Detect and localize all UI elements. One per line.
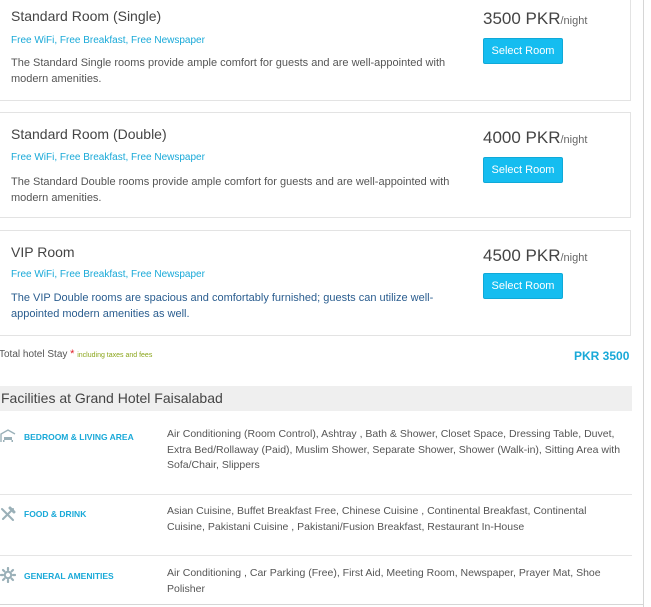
room-name: Standard Room (Double) [11, 126, 167, 142]
select-room-button[interactable]: Select Room [483, 38, 563, 64]
tax-note: including taxes and fees [77, 352, 153, 359]
price-amount: 3500 PKR [483, 9, 561, 28]
room-price: 4000 PKR/night [483, 128, 587, 148]
page-bottom-border [0, 604, 644, 605]
facility-category: BEDROOM & LIVING AREA [24, 432, 134, 442]
required-star: * [70, 348, 75, 360]
page-right-border [643, 0, 644, 607]
facility-row-food-drink: FOOD & DRINK Asian Cuisine, Buffet Break… [0, 495, 632, 555]
facility-list: Air Conditioning (Room Control), Ashtray… [167, 428, 621, 471]
price-per-night: /night [560, 15, 588, 27]
room-name: Standard Room (Single) [11, 8, 162, 24]
fork-knife-icon [1, 506, 16, 521]
room-card-standard-double: Standard Room (Double) Free WiFi, Free B… [0, 112, 631, 218]
room-name: VIP Room [11, 244, 75, 260]
facility-list: Air Conditioning , Car Parking (Free), F… [167, 567, 601, 595]
bed-icon [0, 429, 16, 442]
facility-category: GENERAL AMENITIES [24, 571, 114, 581]
facility-list: Asian Cuisine, Buffet Breakfast Free, Ch… [167, 505, 587, 533]
price-per-night: /night [560, 252, 588, 264]
facility-category: FOOD & DRINK [24, 509, 87, 519]
price-amount: 4000 PKR [483, 128, 561, 147]
facility-row-bedroom: BEDROOM & LIVING AREA Air Conditioning (… [0, 412, 632, 494]
total-label-text: Total hotel Stay [0, 349, 68, 360]
room-description: The Standard Double rooms provide ample … [11, 176, 450, 204]
room-price: 3500 PKR/night [483, 9, 587, 29]
room-features: Free WiFi, Free Breakfast, Free Newspape… [11, 152, 205, 163]
room-features: Free WiFi, Free Breakfast, Free Newspape… [11, 35, 205, 46]
gear-icon [0, 567, 16, 583]
total-price: PKR 3500 [574, 349, 630, 363]
select-room-button[interactable]: Select Room [483, 157, 563, 183]
facility-row-general: GENERAL AMENITIES Air Conditioning , Car… [0, 556, 632, 604]
room-features: Free WiFi, Free Breakfast, Free Newspape… [11, 269, 205, 280]
total-stay-label: Total hotel Stay * including taxes and f… [0, 348, 152, 360]
room-price: 4500 PKR/night [483, 246, 587, 266]
room-description: The VIP Double rooms are spacious and co… [11, 292, 434, 320]
price-per-night: /night [560, 134, 588, 146]
price-amount: 4500 PKR [483, 246, 561, 265]
select-room-button[interactable]: Select Room [483, 273, 563, 299]
room-card-standard-single: Standard Room (Single) Free WiFi, Free B… [0, 0, 631, 101]
room-card-vip: VIP Room Free WiFi, Free Breakfast, Free… [0, 230, 631, 336]
room-description: The Standard Single rooms provide ample … [11, 57, 446, 85]
facilities-title: Facilities at Grand Hotel Faisalabad [0, 386, 632, 411]
